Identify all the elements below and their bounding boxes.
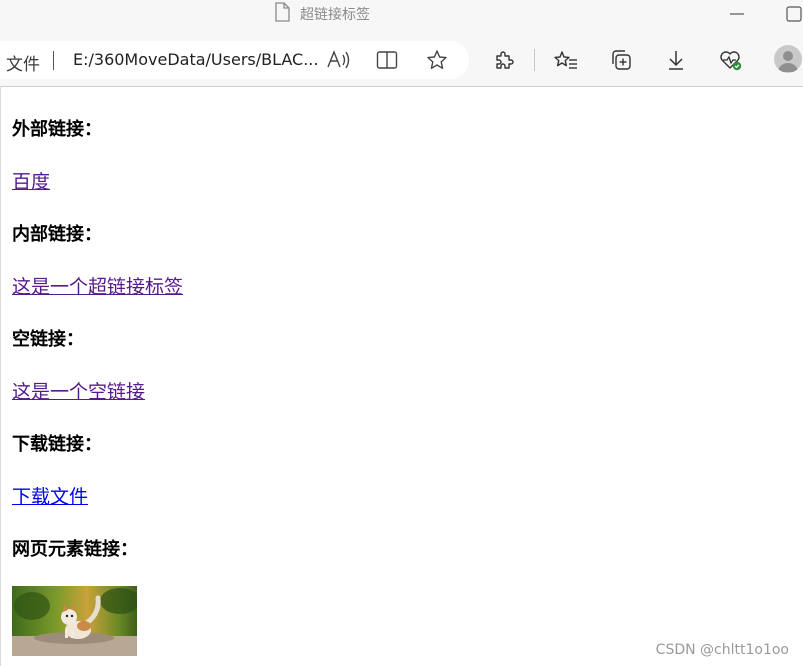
extensions-icon[interactable]: [489, 45, 519, 75]
heading-download-link: 下载链接：: [12, 434, 102, 455]
maximize-button[interactable]: [771, 0, 803, 28]
heading-empty-link: 空链接：: [12, 329, 84, 350]
page-content: 外部链接： 百度 内部链接： 这是一个超链接标签 空链接： 这是一个空链接 下载…: [0, 86, 803, 666]
profile-avatar-icon[interactable]: [774, 45, 802, 73]
read-aloud-icon[interactable]: [323, 45, 353, 75]
csdn-watermark: CSDN @chltt1o1oo: [655, 642, 789, 658]
kitten-image-link[interactable]: [12, 586, 137, 656]
address-divider: [53, 51, 54, 70]
browser-toolbar: 文件 E:/360MoveData/Users/BLAC...: [0, 30, 803, 87]
window-title: 超链接标签: [300, 7, 370, 23]
heading-external-link: 外部链接：: [12, 119, 102, 140]
split-screen-icon[interactable]: [372, 45, 402, 75]
address-bar[interactable]: 文件 E:/360MoveData/Users/BLAC...: [0, 41, 469, 79]
collections-icon[interactable]: [606, 45, 636, 75]
minimize-button[interactable]: [714, 0, 760, 28]
favorite-star-icon[interactable]: [422, 45, 452, 75]
url-text[interactable]: E:/360MoveData/Users/BLAC...: [73, 50, 318, 69]
link-download[interactable]: 下载文件: [12, 482, 88, 509]
heading-internal-link: 内部链接：: [12, 224, 102, 245]
favorites-list-icon[interactable]: [551, 45, 581, 75]
heading-element-link: 网页元素链接：: [12, 539, 138, 560]
link-internal[interactable]: 这是一个超链接标签: [12, 272, 183, 299]
link-baidu[interactable]: 百度: [12, 167, 50, 194]
download-icon[interactable]: [661, 45, 691, 75]
file-scheme-label: 文件: [6, 55, 40, 75]
document-icon: [274, 2, 290, 26]
browser-essentials-icon[interactable]: [716, 45, 746, 75]
browser-window: 超链接标签 文件 E:/360MoveData/Users/BLAC... 外部…: [0, 0, 803, 666]
tab-title-group: 超链接标签: [274, 2, 370, 26]
toolbar-divider: [534, 49, 535, 71]
title-bar: 超链接标签: [0, 0, 803, 30]
link-empty[interactable]: 这是一个空链接: [12, 377, 145, 404]
